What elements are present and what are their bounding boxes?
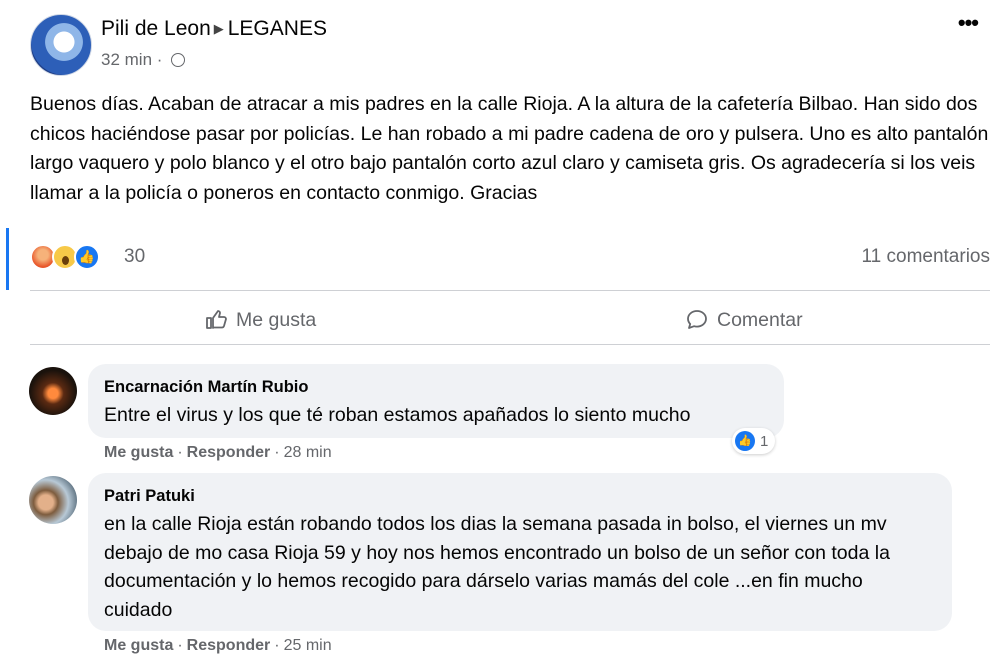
comment-bubble: Encarnación Martín Rubio Entre el virus … [88,364,784,438]
divider-top [30,290,990,291]
post-body-text: Buenos días. Acaban de atracar a mis pad… [30,93,989,204]
author-avatar[interactable] [30,14,92,76]
divider-bottom [30,344,990,345]
commenter-avatar[interactable] [29,367,77,415]
reaction-count[interactable]: 30 [124,246,145,268]
post-meta: 32 min · [101,50,186,70]
comment-meta: Me gusta · Responder · 28 min [104,444,332,461]
comment-time[interactable]: 25 min [284,637,332,654]
comment-text: Entre el virus y los que té roban estamo… [104,404,691,426]
author-name[interactable]: Pili de Leon [101,17,211,40]
thumbs-up-icon [206,310,227,329]
comment-label: Comentar [717,308,803,331]
commenter-name[interactable]: Encarnación Martín Rubio [104,378,308,397]
comment-reaction-count: 1 [760,432,769,450]
comment-like-link[interactable]: Me gusta [104,637,173,654]
comment-icon [687,310,707,329]
post-header: Pili de Leon ▶ LEGANES 32 min · [30,14,990,76]
audience-icon [171,53,186,67]
comment-text: en la calle Rioja están robando todos lo… [104,513,890,621]
comment-reply-link[interactable]: Responder [187,444,271,461]
author-line: Pili de Leon ▶ LEGANES [101,17,327,41]
caret-right-icon: ▶ [213,21,224,36]
comment-bubble: Patri Patuki en la calle Rioja están rob… [88,473,952,631]
like-icon: 👍 [735,431,755,451]
comment-time[interactable]: 28 min [284,444,332,461]
like-button[interactable]: Me gusta [204,296,316,344]
action-bar: Me gusta Comentar [30,296,990,344]
comment-button[interactable]: Comentar [685,296,803,344]
comment-reply-link[interactable]: Responder [187,637,271,654]
comments-count[interactable]: 11 comentarios [862,246,990,268]
reactions-bar: 👍 30 11 comentarios [30,244,990,272]
comment-meta: Me gusta · Responder · 25 min [104,637,332,654]
commenter-name[interactable]: Patri Patuki [104,487,195,506]
like-icon[interactable]: 👍 [74,244,100,270]
more-options-button[interactable]: ••• [958,12,979,34]
commenter-avatar[interactable] [29,476,77,524]
left-accent-bar [6,228,9,290]
comment-like-link[interactable]: Me gusta [104,444,173,461]
like-label: Me gusta [236,308,317,331]
group-name[interactable]: LEGANES [228,17,327,40]
post-time[interactable]: 32 min [101,50,152,69]
comment-reaction-chip[interactable]: 👍 1 [732,428,776,454]
